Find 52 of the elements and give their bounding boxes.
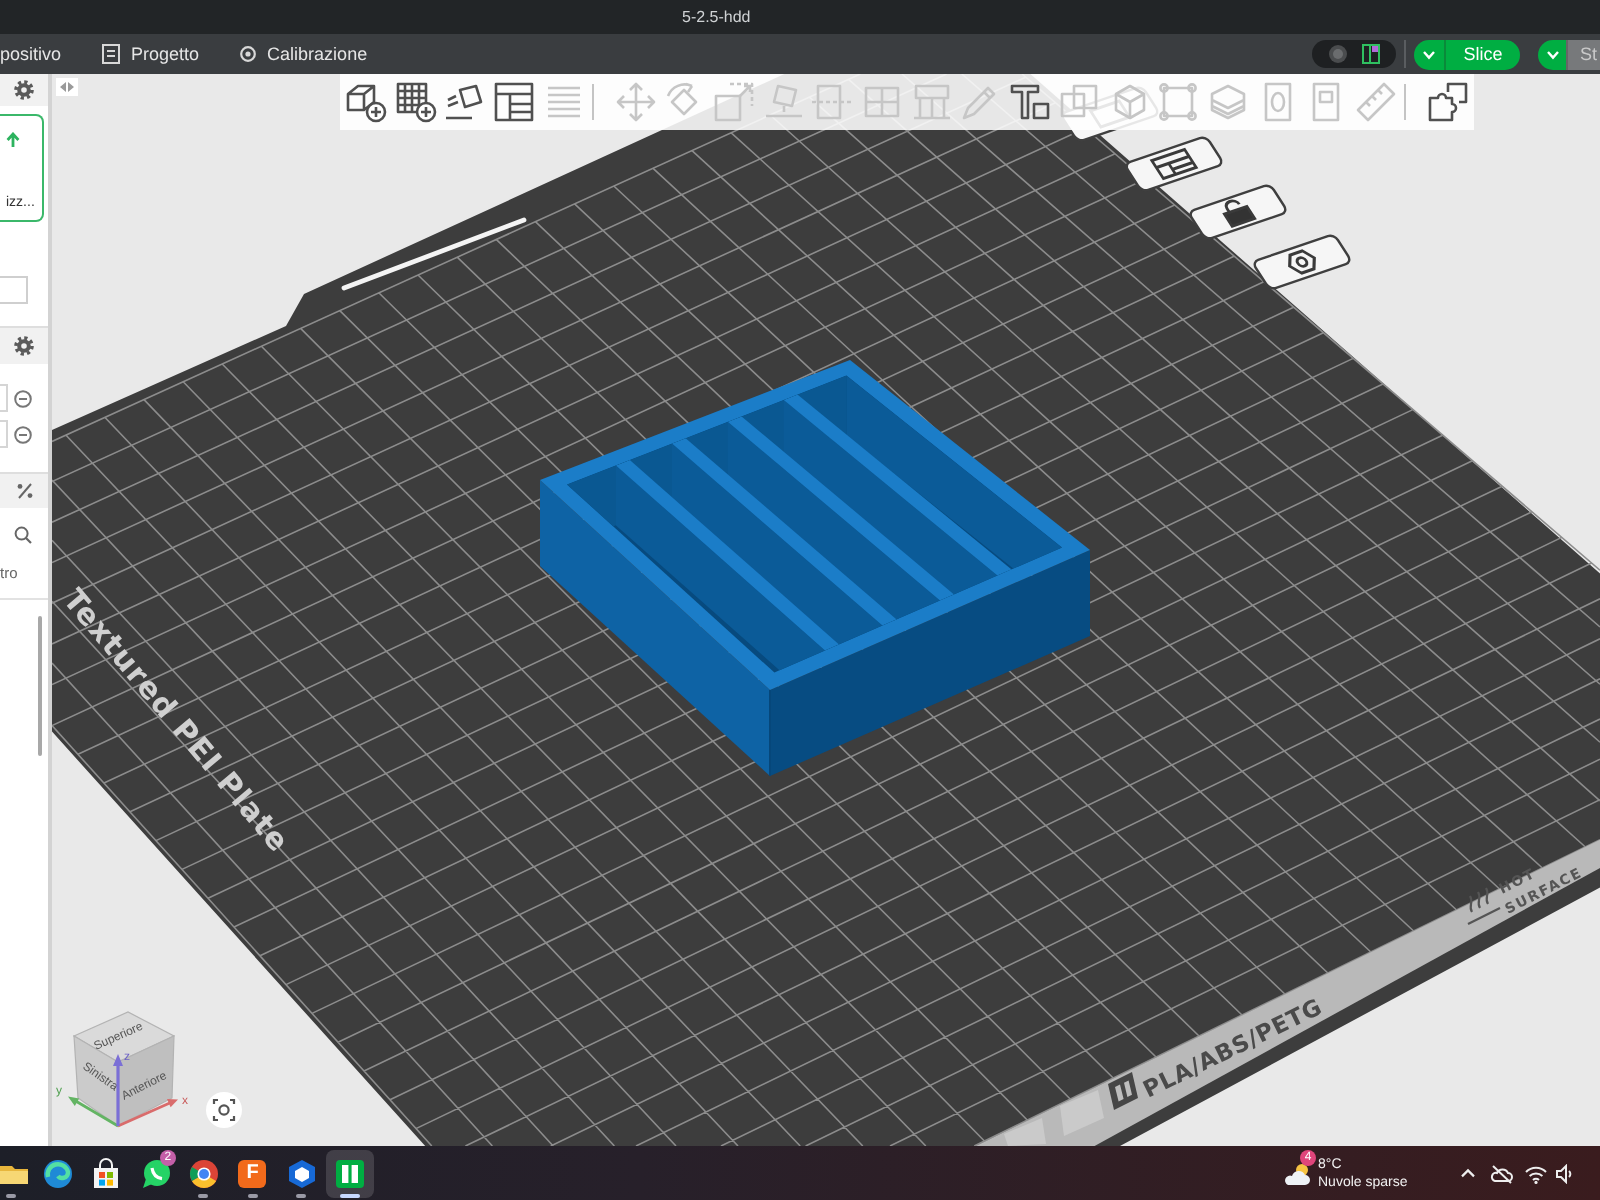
- text-icon[interactable]: [1008, 80, 1053, 124]
- chat-bubble-icon: [139, 1157, 172, 1189]
- layout-icon[interactable]: [492, 80, 537, 124]
- caret-icon: [1545, 49, 1559, 59]
- speaker-icon[interactable]: [1556, 1163, 1572, 1183]
- grid-layout-icon[interactable]: [1122, 134, 1226, 194]
- scrollbar-thumb[interactable]: [38, 616, 42, 756]
- menu-tab[interactable]: Calibrazione: [219, 34, 388, 74]
- wifi-icon[interactable]: [1524, 1163, 1548, 1183]
- focus-icon[interactable]: [206, 1092, 242, 1128]
- z-axis-arrow: [113, 1054, 123, 1126]
- window-title: 5-2.5-hdd: [682, 8, 751, 26]
- puzzle-icon[interactable]: [1425, 80, 1470, 124]
- percent-icon[interactable]: [15, 482, 33, 500]
- y-axis-arrow: [68, 1096, 119, 1128]
- app-logo: F: [238, 1159, 267, 1187]
- minus-circle-icon[interactable]: [14, 389, 32, 407]
- split-tile-icon: [333, 1157, 366, 1189]
- target-icon: [239, 46, 256, 62]
- x-axis-arrow: [117, 1099, 178, 1128]
- dropdown-button[interactable]: [1538, 39, 1566, 69]
- cloud-sun-icon[interactable]: [1284, 1161, 1312, 1185]
- swirl-icon: [42, 1157, 75, 1189]
- record-icon[interactable]: [1327, 44, 1348, 64]
- color-wheel-icon: [188, 1157, 221, 1189]
- menu-tab[interactable]: Progetto: [81, 34, 220, 74]
- input-field[interactable]: [0, 384, 8, 412]
- menu-tab[interactable]: positivo: [0, 34, 82, 74]
- cloud-off-icon[interactable]: [1490, 1163, 1514, 1183]
- arrow-icon: [6, 132, 20, 148]
- add-cube-icon[interactable]: [344, 80, 388, 124]
- grid-plus-icon[interactable]: [393, 80, 438, 124]
- input-field[interactable]: [0, 276, 28, 304]
- taskbar-button[interactable]: [325, 1149, 375, 1197]
- cube-app-icon: [285, 1157, 318, 1189]
- tilted-square-icon[interactable]: [442, 80, 487, 124]
- dropdown-button[interactable]: [1414, 39, 1444, 69]
- plate-marker: [1060, 1090, 1104, 1136]
- input-field[interactable]: [0, 420, 8, 448]
- search-icon[interactable]: [14, 525, 32, 543]
- plate-logo-icon: [1108, 1072, 1138, 1110]
- shopping-bag-icon: [90, 1157, 123, 1189]
- caret-up-icon[interactable]: [1460, 1168, 1476, 1178]
- gear-icon[interactable]: [14, 336, 34, 356]
- panel-icon[interactable]: [1362, 44, 1381, 64]
- gear-icon[interactable]: [14, 80, 34, 100]
- heat-icon: [1467, 886, 1501, 925]
- view-cube[interactable]: [72, 1011, 176, 1128]
- minus-circle-icon[interactable]: [14, 425, 32, 443]
- caret-icon: [1422, 49, 1436, 59]
- document-icon: [101, 44, 120, 64]
- collapse-icon[interactable]: [56, 78, 78, 96]
